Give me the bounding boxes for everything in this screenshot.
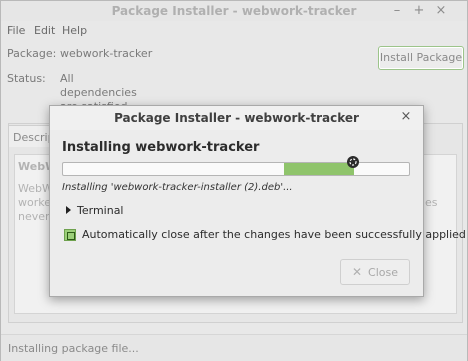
- chevron-right-icon: [66, 206, 71, 214]
- status-label: Status:: [7, 72, 46, 85]
- menubar: File Edit Help: [1, 21, 467, 41]
- menu-help[interactable]: Help: [62, 24, 87, 37]
- progress-fill: [284, 163, 354, 175]
- close-button-label: Close: [368, 265, 399, 279]
- package-value: webwork-tracker: [60, 47, 153, 60]
- status-bar: Installing package file...: [1, 334, 467, 361]
- description-line: never: [18, 210, 50, 223]
- status-bar-text: Installing package file...: [8, 342, 139, 355]
- install-package-button[interactable]: Install Package: [378, 46, 464, 70]
- terminal-label: Terminal: [77, 203, 124, 217]
- dialog-heading: Installing webwork-tracker: [62, 140, 260, 155]
- auto-close-label: Automatically close after the changes ha…: [82, 228, 466, 241]
- auto-close-checkbox[interactable]: [64, 228, 76, 241]
- dialog-title: Package Installer - webwork-tracker: [114, 111, 359, 125]
- description-line: worke: [18, 196, 51, 209]
- status-line: All: [60, 72, 74, 85]
- busy-cursor-icon: [347, 156, 359, 168]
- minimize-icon[interactable]: –: [389, 3, 405, 19]
- install-progress-dialog: Package Installer - webwork-tracker × In…: [49, 105, 466, 297]
- close-icon[interactable]: ×: [399, 110, 413, 124]
- description-right-text: es: [425, 196, 438, 209]
- close-icon[interactable]: ×: [433, 3, 449, 19]
- menu-file[interactable]: File: [7, 24, 25, 37]
- menu-edit[interactable]: Edit: [34, 24, 55, 37]
- x-icon: ✕: [351, 265, 363, 279]
- auto-close-option[interactable]: Automatically close after the changes ha…: [64, 228, 466, 241]
- status-line: dependencies: [60, 86, 137, 99]
- maximize-icon[interactable]: +: [411, 3, 427, 19]
- terminal-expander[interactable]: Terminal: [66, 203, 124, 217]
- package-label: Package:: [7, 47, 57, 60]
- description-line: WebW: [18, 182, 53, 195]
- main-titlebar: Package Installer - webwork-tracker – + …: [1, 1, 467, 21]
- close-button[interactable]: ✕ Close: [340, 259, 410, 285]
- install-status-text: Installing 'webwork-tracker-installer (2…: [62, 182, 293, 193]
- dialog-titlebar: Package Installer - webwork-tracker ×: [50, 106, 423, 130]
